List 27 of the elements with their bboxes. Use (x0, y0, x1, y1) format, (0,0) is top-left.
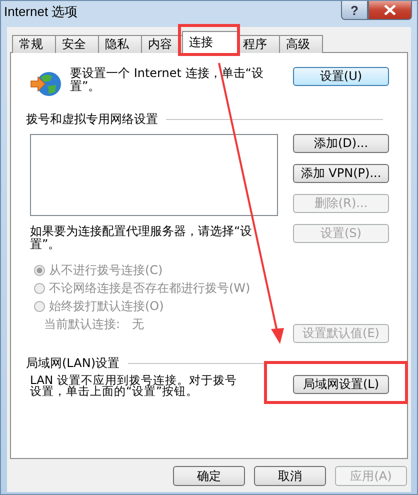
help-button[interactable]: ? (341, 1, 368, 20)
setup-instructions: 要设置一个 Internet 连接，单击“设置”。 (70, 67, 264, 93)
connection-list[interactable] (30, 134, 278, 216)
lan-settings-button[interactable]: 局域网设置(L) (293, 375, 389, 394)
setup-button[interactable]: 设置(U) (293, 67, 389, 86)
section-heading: 拨号和虚拟专用网络设置 (26, 111, 158, 128)
dialog-button[interactable]: 确定 (173, 466, 245, 486)
tab[interactable]: 安全 (55, 35, 99, 53)
radio-label: 不论网络连接是否存在都进行拨号(W) (49, 280, 250, 296)
dialup-button[interactable]: 添加 VPN(P)... (293, 164, 389, 183)
close-button[interactable] (368, 1, 412, 20)
radio-label: 始终拨打默认连接(O) (49, 298, 164, 314)
globe-icon (30, 69, 62, 99)
tab[interactable]: 常规 (12, 35, 56, 53)
tab[interactable]: 连接 (182, 31, 238, 53)
radio-label: 从不进行拨号连接(C) (49, 262, 163, 278)
tab[interactable]: 高级 (279, 35, 323, 53)
window-title: Internet 选项 (4, 3, 78, 21)
dialog-button[interactable]: 取消 (254, 466, 326, 486)
section-heading: 局域网(LAN)设置 (26, 355, 120, 372)
default-connection-value: 无 (132, 316, 144, 332)
default-connection-label: 当前默认连接: (44, 316, 120, 332)
dialup-button[interactable]: 添加(D)... (293, 134, 389, 153)
close-icon (384, 5, 396, 15)
proxy-instructions: 如果要为连接配置代理服务器，请选择“设置”。 (30, 225, 254, 251)
lan-instructions: LAN 设置不应用到拨号连接。对于拨号设置，单击上面的“设置”按钮。 (30, 375, 238, 397)
tab[interactable]: 隐私 (98, 35, 142, 53)
